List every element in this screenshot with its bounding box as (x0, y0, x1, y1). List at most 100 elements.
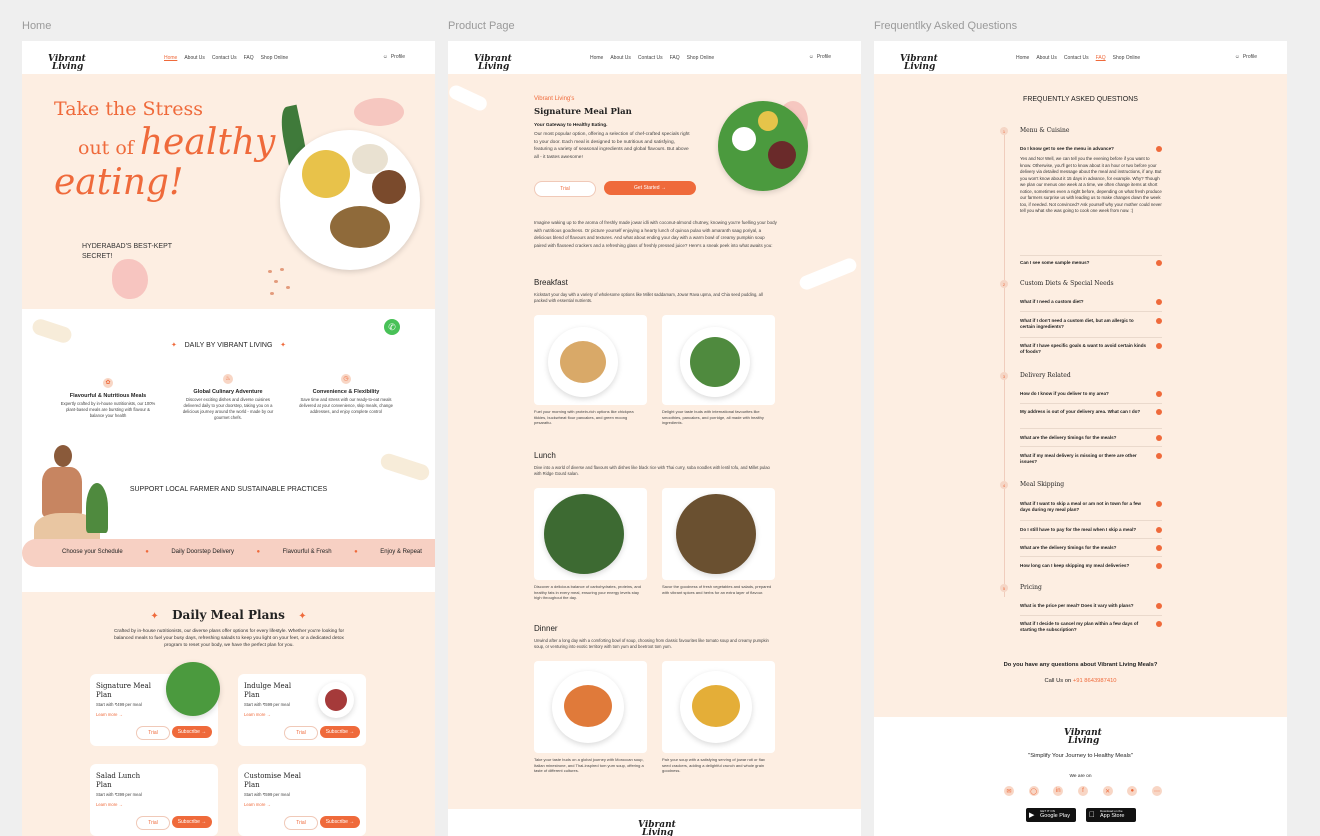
product-intro: Our most popular option, offering a sele… (534, 132, 690, 160)
faq-question[interactable]: What are the delivery timings for the me… (1020, 435, 1162, 441)
faq-question[interactable]: How do I know if you deliver to my area? (1020, 391, 1162, 397)
faq-question[interactable]: What if I want to skip a meal or am not … (1020, 501, 1162, 513)
product-footer: Vibrant Living (448, 809, 861, 836)
decor-stroke (448, 83, 490, 113)
x-icon[interactable]: ✕ (1102, 786, 1113, 796)
expand-icon[interactable] (1156, 318, 1162, 324)
breakfast-image-1 (534, 315, 647, 405)
mail-icon[interactable]: ✉ (1004, 786, 1014, 796)
faq-question[interactable]: Can I see some sample menus? (1020, 260, 1162, 266)
nav-contact[interactable]: Contact Us (638, 55, 663, 61)
faq-question[interactable]: What if I don't need a custom diet, but … (1020, 318, 1162, 330)
plan-card-customise[interactable]: Customise Meal Plan Start with ₹599 per m… (238, 764, 366, 836)
faq-question[interactable]: What if I have specific goals & want to … (1020, 343, 1162, 355)
subscribe-button[interactable]: Subscribe → (320, 726, 360, 738)
faq-question[interactable]: What is the price per meal? Does it vary… (1020, 603, 1162, 609)
plan-card-indulge[interactable]: Indulge Meal Plan Start with ₹599 per mea… (238, 674, 366, 746)
collapse-icon[interactable] (1156, 146, 1162, 152)
expand-icon[interactable] (1156, 545, 1162, 551)
faq-question[interactable]: What if I need a custom diet? (1020, 299, 1162, 305)
nav-faq[interactable]: FAQ (244, 55, 254, 61)
expand-icon[interactable] (1156, 343, 1162, 349)
trial-button[interactable]: Trial (136, 816, 170, 830)
faq-question[interactable]: My address is out of your delivery area.… (1020, 409, 1162, 415)
phone-link[interactable]: +91 8643987410 (1073, 678, 1117, 684)
product-hero-image (718, 101, 808, 191)
trial-button[interactable]: Trial (284, 726, 318, 740)
expand-icon[interactable] (1156, 501, 1162, 507)
nav-shop[interactable]: Shop Online (261, 55, 289, 61)
nav-about[interactable]: About Us (610, 55, 631, 61)
faq-question[interactable]: What are the delivery timings for the me… (1020, 545, 1162, 551)
google-play-badge[interactable]: ▶ GET IT ON Google Play (1026, 808, 1076, 822)
learn-more-link[interactable]: Learn more → (244, 712, 271, 717)
user-icon: ☺ (1234, 54, 1240, 60)
faq-question[interactable]: How long can I keep skipping my meal del… (1020, 563, 1162, 569)
nav-shop[interactable]: Shop Online (1113, 55, 1141, 61)
more-icon[interactable]: ⋯ (1151, 786, 1162, 796)
divider (1020, 446, 1162, 447)
trial-button[interactable]: Trial (284, 816, 318, 830)
section-title-lunch: Lunch (534, 451, 556, 460)
expand-icon[interactable] (1156, 563, 1162, 569)
dinner-caption-1: Take your taste buds on a global journey… (534, 757, 644, 774)
app-store-badge[interactable]:  Download on the App Store (1086, 808, 1136, 822)
social-icons: ✉ ◯ in f ✕ ● ⋯ (1004, 786, 1162, 796)
expand-icon[interactable] (1156, 409, 1162, 415)
trial-button[interactable]: Trial (534, 181, 596, 197)
expand-icon[interactable] (1156, 603, 1162, 609)
product-brand: Vibrant Living's (534, 96, 575, 102)
expand-icon[interactable] (1156, 435, 1162, 441)
logo[interactable]: Vibrant Living (900, 55, 938, 72)
nav-shop[interactable]: Shop Online (687, 55, 715, 61)
nav-contact[interactable]: Contact Us (1064, 55, 1089, 61)
learn-more-link[interactable]: Learn more → (96, 802, 123, 807)
breakfast-caption-2: Delight your taste buds with internation… (662, 409, 764, 426)
category-number: 4 (1000, 481, 1008, 489)
sparkle-icon: ✦ (280, 342, 287, 349)
expand-icon[interactable] (1156, 527, 1162, 533)
facebook-icon[interactable]: f (1077, 786, 1088, 796)
user-icon: ☺ (382, 54, 388, 60)
plan-card-signature[interactable]: Signature Meal Plan Start with ₹499 per m… (90, 662, 220, 746)
product-story: Imagine waking up to the aroma of freshl… (534, 220, 777, 248)
expand-icon[interactable] (1156, 391, 1162, 397)
divider (1020, 403, 1162, 404)
plan-card-salad[interactable]: Salad Lunch Plan Start with ₹399 per meal… (90, 764, 218, 836)
subscribe-button[interactable]: Subscribe → (172, 816, 212, 828)
faq-question[interactable]: What if I decide to cancel my plan withi… (1020, 621, 1162, 633)
faq-question[interactable]: What if my meal delivery is missing or t… (1020, 453, 1162, 465)
subscribe-button[interactable]: Subscribe → (320, 816, 360, 828)
nav-about[interactable]: About Us (1036, 55, 1057, 61)
nav-contact[interactable]: Contact Us (212, 55, 237, 61)
logo[interactable]: Vibrant Living (474, 55, 512, 72)
instagram-icon[interactable]: ◯ (1028, 786, 1039, 796)
profile-link[interactable]: ☺ Profile (809, 54, 831, 60)
faq-answer: Yes and No! Well, we can tell you the ev… (1020, 156, 1162, 213)
apple-icon:  (1089, 810, 1095, 819)
get-started-button[interactable]: Get Started → (604, 181, 696, 195)
expand-icon[interactable] (1156, 453, 1162, 459)
learn-more-link[interactable]: Learn more → (96, 712, 123, 717)
whatsapp-icon[interactable]: ✆ (384, 319, 400, 335)
learn-more-link[interactable]: Learn more → (244, 802, 271, 807)
expand-icon[interactable] (1156, 299, 1162, 305)
faq-question-open[interactable]: Do I know get to see the menu in advance… (1020, 146, 1162, 152)
profile-link[interactable]: ☺ Profile (383, 54, 405, 60)
nav-home[interactable]: Home (164, 55, 177, 61)
faq-question[interactable]: Do I still have to pay for the meal when… (1020, 527, 1162, 533)
expand-icon[interactable] (1156, 260, 1162, 266)
subscribe-button[interactable]: Subscribe → (172, 726, 212, 738)
nav-faq[interactable]: FAQ (1096, 55, 1106, 61)
nav-faq[interactable]: FAQ (670, 55, 680, 61)
trial-button[interactable]: Trial (136, 726, 170, 740)
logo[interactable]: Vibrant Living (48, 55, 86, 72)
profile-link[interactable]: ☺ Profile (1235, 54, 1257, 60)
location-icon[interactable]: ● (1127, 786, 1138, 796)
daily-title: ✦ DAILY BY VIBRANT LIVING ✦ (170, 342, 287, 349)
expand-icon[interactable] (1156, 621, 1162, 627)
nav-home[interactable]: Home (1016, 55, 1029, 61)
linkedin-icon[interactable]: in (1053, 786, 1064, 796)
nav-home[interactable]: Home (590, 55, 603, 61)
nav-about[interactable]: About Us (184, 55, 205, 61)
